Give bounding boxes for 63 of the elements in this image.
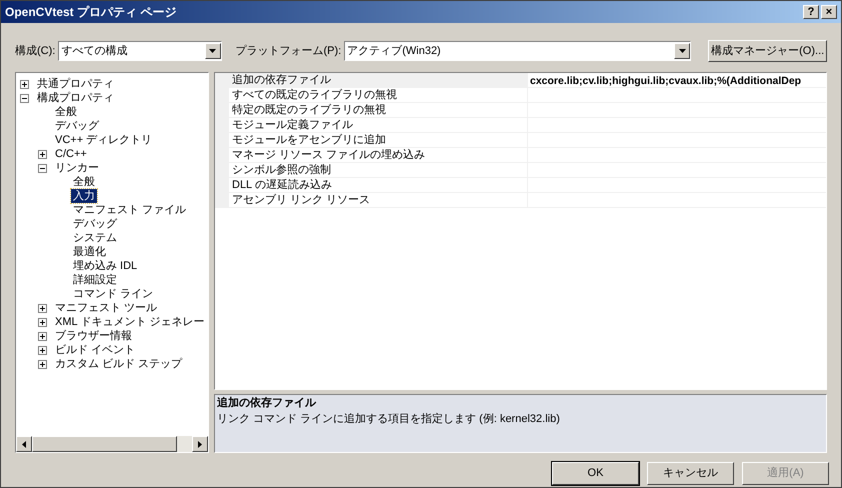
property-row[interactable]: モジュール定義ファイル: [215, 118, 826, 133]
description-text: リンク コマンド ラインに追加する項目を指定します (例: kernel32.lib): [217, 412, 561, 428]
tree-item[interactable]: マニフェスト ファイル: [71, 203, 188, 217]
property-row[interactable]: モジュールをアセンブリに追加: [215, 133, 826, 148]
configuration-label: 構成(C):: [15, 44, 56, 59]
property-value: cxcore.lib;cv.lib;highgui.lib;cvaux.lib;%(AdditionalDep: [529, 75, 802, 87]
property-name: 特定の既定のライブラリの無視: [229, 103, 527, 117]
tree-item[interactable]: ブラウザー情報: [53, 329, 134, 343]
config-manager-button[interactable]: 構成マネージャー(O)...: [708, 40, 827, 62]
tree-item[interactable]: 埋め込み IDL: [71, 259, 140, 273]
property-name: アセンブリ リンク リソース: [229, 193, 527, 207]
property-row[interactable]: アセンブリ リンク リソース: [215, 193, 826, 208]
tree-item[interactable]: システム: [71, 231, 119, 245]
expand-icon[interactable]: [38, 332, 47, 340]
tree-item[interactable]: VC++ ディレクトリ: [53, 133, 154, 147]
tree-item[interactable]: リンカー: [53, 161, 101, 175]
scroll-left-icon: [22, 440, 26, 448]
property-name: すべての既定のライブラリの無視: [229, 88, 527, 102]
close-button[interactable]: ×: [821, 5, 837, 19]
property-name: モジュール定義ファイル: [229, 118, 527, 132]
tree-item[interactable]: 共通プロパティ: [35, 77, 116, 91]
tree-item[interactable]: C/C++: [53, 147, 89, 161]
tree-item[interactable]: マニフェスト ツール: [53, 301, 160, 315]
expand-icon[interactable]: [20, 80, 29, 88]
expand-icon[interactable]: [38, 318, 47, 326]
property-row[interactable]: 特定の既定のライブラリの無視: [215, 103, 826, 118]
dialog-button[interactable]: キャンセル: [647, 462, 734, 485]
description-title: 追加の依存ファイル: [217, 396, 317, 411]
tree-item[interactable]: ビルド イベント: [53, 343, 138, 357]
expand-icon[interactable]: [38, 304, 47, 312]
property-name: マネージ リソース ファイルの埋め込み: [229, 148, 527, 162]
property-name: DLL の遅延読み込み: [229, 178, 527, 192]
tree-item[interactable]: デバッグ: [53, 119, 101, 133]
tree-item[interactable]: カスタム ビルド ステップ: [53, 357, 184, 371]
tree-item[interactable]: 全般: [71, 175, 97, 189]
configuration-dropdown[interactable]: すべての構成: [58, 41, 222, 61]
expand-icon[interactable]: [38, 150, 47, 158]
window-title: OpenCVtest プロパティ ページ: [5, 4, 178, 21]
tree-item[interactable]: 詳細設定: [71, 273, 119, 287]
tree-item[interactable]: 最適化: [71, 245, 108, 259]
horizontal-scrollbar[interactable]: [16, 436, 208, 452]
property-row[interactable]: マネージ リソース ファイルの埋め込み: [215, 148, 826, 163]
scroll-right-icon: [198, 440, 202, 448]
property-row[interactable]: DLL の遅延読み込み: [215, 178, 826, 193]
property-name: モジュールをアセンブリに追加: [229, 133, 527, 147]
platform-dropdown[interactable]: アクティブ(Win32): [344, 41, 692, 61]
tree-item[interactable]: コマンド ライン: [71, 287, 156, 301]
property-row[interactable]: シンボル参照の強制: [215, 163, 826, 178]
tree-item[interactable]: 全般: [53, 105, 79, 119]
property-row[interactable]: 追加の依存ファイル cxcore.lib;cv.lib;highgui.lib;cvaux.lib;%(AdditionalDep: [215, 73, 826, 88]
collapse-icon[interactable]: [20, 94, 29, 102]
platform-label: プラットフォーム(P):: [235, 44, 342, 59]
expand-icon[interactable]: [38, 346, 47, 354]
expand-icon[interactable]: [38, 360, 47, 368]
tree-item[interactable]: XML ドキュメント ジェネレー: [53, 315, 206, 329]
property-row[interactable]: すべての既定のライブラリの無視: [215, 88, 826, 103]
tree-item[interactable]: 構成プロパティ: [35, 91, 116, 105]
property-name: シンボル参照の強制: [229, 163, 527, 177]
help-button[interactable]: ?: [803, 5, 819, 19]
tree-item[interactable]: 入力: [71, 189, 97, 203]
collapse-icon[interactable]: [38, 164, 47, 172]
tree-item[interactable]: デバッグ: [71, 217, 119, 231]
dialog-button[interactable]: OK: [552, 462, 639, 485]
